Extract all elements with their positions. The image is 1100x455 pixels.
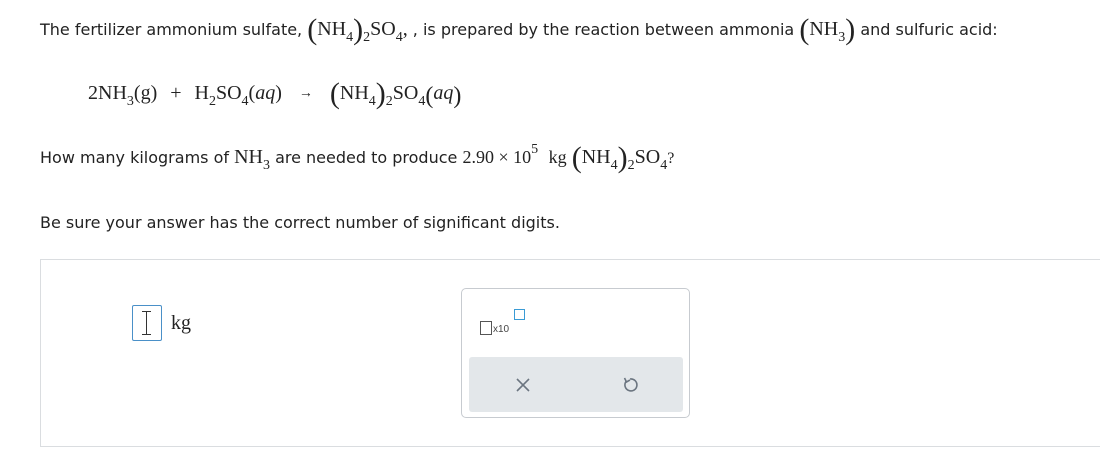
intro-text-after: and sulfuric acid: [860, 20, 998, 39]
equation-plus: + [170, 82, 182, 104]
problem-intro: The fertilizer ammonium sulfate, (NH4)2S… [40, 13, 998, 46]
sig-fig-instruction: Be sure your answer has the correct numb… [40, 213, 560, 232]
x10-label: x10 [493, 324, 510, 335]
question-ammonia-formula: NH3 [234, 146, 270, 173]
reaction-equation: 2NH3(g) + H2SO4(aq) → (NH4)2SO4(aq) [88, 77, 462, 110]
question-text-before: How many kilograms of [40, 148, 229, 167]
exponent-box-icon [514, 309, 525, 320]
undo-icon [623, 377, 638, 392]
answer-input[interactable] [132, 305, 162, 341]
close-icon [515, 377, 530, 392]
equation-reactant-ammonia: 2NH3(g) [88, 82, 158, 109]
undo-button[interactable] [576, 357, 683, 412]
equation-reactant-sulfuric-acid: H2SO4(aq) [194, 82, 282, 109]
clear-button[interactable] [469, 357, 576, 412]
math-tool-palette: x10 [461, 288, 690, 418]
given-mass: 2.90 × 105 kg [462, 142, 567, 167]
answer-unit: kg [171, 312, 191, 334]
reaction-arrow: → [298, 86, 313, 101]
scientific-notation-button[interactable]: x10 [480, 309, 528, 337]
question: How many kilograms of NH3 are needed to … [40, 141, 675, 174]
equation-product: (NH4)2SO4(aq) [329, 77, 462, 110]
action-bar [469, 357, 683, 412]
question-text-middle: are needed to produce [275, 148, 458, 167]
mantissa-box-icon [480, 321, 492, 335]
question-ammonium-sulfate-formula: (NH4)2SO4? [571, 141, 675, 174]
ammonium-sulfate-formula: (NH4)2SO4 [307, 13, 403, 46]
answer-panel: kg x10 [40, 259, 1100, 447]
intro-text-middle: , is prepared by the reaction between am… [412, 20, 795, 39]
intro-text-before: The fertilizer ammonium sulfate, [40, 20, 303, 39]
formula-comma: , [402, 18, 408, 40]
text-cursor-icon [142, 311, 151, 335]
ammonia-formula: (NH3) [799, 13, 856, 46]
